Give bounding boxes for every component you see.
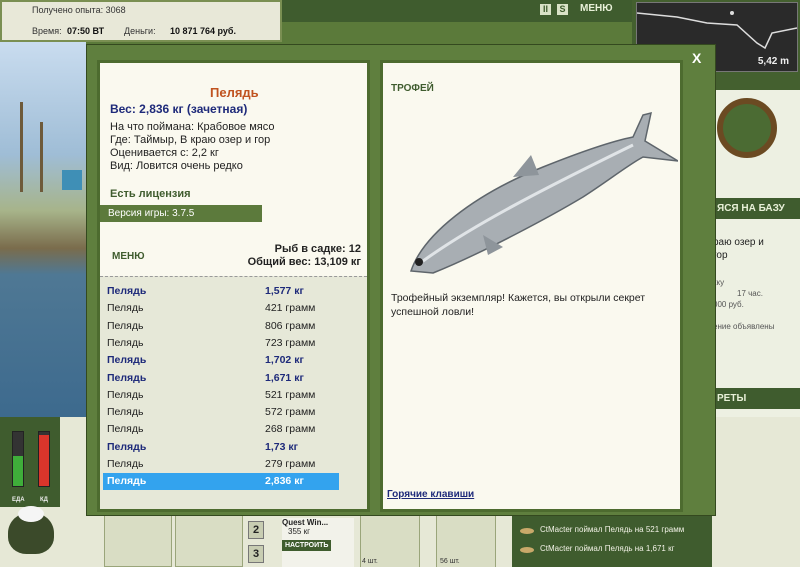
- catch-weight: 1,702 кг: [265, 354, 304, 367]
- tree: [40, 122, 43, 192]
- catch-name: Пелядь: [107, 354, 147, 367]
- quest-value: 355 кг: [288, 527, 310, 536]
- type-line: Вид: Ловится очень редко: [110, 160, 243, 172]
- slot-number[interactable]: 3: [248, 545, 264, 563]
- catch-weight: 279 грамм: [265, 458, 316, 470]
- energy-gauge: [38, 431, 50, 487]
- experience-label: Получено опыта: 3068: [32, 5, 126, 15]
- hook-count: 4 шт.: [362, 558, 378, 565]
- catch-weight: 2,836 кг: [265, 475, 304, 488]
- catch-weight: 572 грамм: [265, 406, 316, 419]
- catch-weight: 1,577 кг: [265, 285, 304, 297]
- bait-line: На что поймана: Крабовое мясо: [110, 121, 275, 133]
- version-bar: Версия игры: 3.7.5: [100, 205, 262, 222]
- fish-info-panel: Пелядь Вес: 2,836 кг (зачетная) На что п…: [97, 60, 370, 512]
- catch-row[interactable]: Пелядь 268 грамм: [103, 421, 339, 438]
- menu-button[interactable]: МЕНЮ: [112, 251, 145, 262]
- slot-number[interactable]: 2: [248, 521, 264, 539]
- trophy-description: Трофейный экземпляр! Кажется, вы открыли…: [391, 292, 646, 318]
- catch-weight: 521 грамм: [265, 388, 316, 401]
- location-panel: ЯСЯ НА БАЗУ раю озер и гор кку 17 час. 0…: [713, 90, 800, 440]
- catch-name: Пелядь: [107, 458, 144, 470]
- money-value: 10 871 764 руб.: [170, 26, 236, 36]
- main-menu-button[interactable]: МЕНЮ: [580, 3, 613, 14]
- info-text: 17 час.: [737, 289, 763, 298]
- location-line: Где: Таймыр, В краю озер и гор: [110, 134, 271, 146]
- fish-image: [409, 111, 678, 274]
- location-text: раю озер и: [713, 237, 764, 248]
- catch-name: Пелядь: [107, 371, 147, 384]
- stats-panel: Получено опыта: 3068 Время: 07:50 ВТ Ден…: [0, 0, 282, 42]
- catch-row[interactable]: Пелядь 806 грамм: [103, 318, 339, 335]
- bucket-slot[interactable]: [175, 512, 243, 567]
- catch-weight: 723 грамм: [265, 336, 316, 349]
- feed-line: CtMacter поймал Пелядь на 521 грамм: [540, 525, 685, 534]
- catch-weight: 1,73 кг: [265, 440, 298, 453]
- catch-name: Пелядь: [107, 285, 147, 297]
- steam-icon: [18, 506, 44, 522]
- catch-row[interactable]: Пелядь 1,702 кг: [103, 352, 339, 369]
- catch-row[interactable]: Пелядь 572 грамм: [103, 404, 339, 421]
- feed-line: CtMacter поймал Пелядь на 1,671 кг: [540, 544, 675, 553]
- catch-row[interactable]: Пелядь 421 грамм: [103, 300, 339, 317]
- ship-wheel-icon: [717, 98, 777, 158]
- close-button[interactable]: X: [692, 50, 701, 66]
- gauges: ЕДА КД: [0, 417, 60, 507]
- food-gauge: [12, 431, 24, 487]
- bait-count: 56 шт.: [440, 558, 460, 565]
- keepnet-weight: Общий вес: 13,109 кг: [247, 256, 361, 268]
- money-label: Деньги:: [124, 26, 156, 36]
- catch-weight: 1,671 кг: [265, 371, 304, 384]
- food-gauge-fill: [13, 456, 23, 486]
- license-status: Есть лицензия: [110, 188, 191, 200]
- catch-row[interactable]: Пелядь 723 грамм: [103, 335, 339, 352]
- depth-readout: 5,42 m: [757, 56, 789, 67]
- catch-name: Пелядь: [107, 475, 147, 488]
- catch-name: Пелядь: [107, 423, 144, 436]
- catch-weight: 421 грамм: [265, 302, 316, 315]
- fish-icon: [520, 547, 534, 553]
- catch-row[interactable]: Пелядь 1,577 кг: [103, 283, 339, 300]
- catch-name: Пелядь: [107, 336, 144, 349]
- hut: [62, 170, 82, 190]
- trophy-panel: ТРОФЕЙ Трофейный экземпляр! Кажется, вы …: [380, 60, 683, 512]
- time-label: Время:: [32, 26, 62, 36]
- fish-weight: Вес: 2,836 кг (зачетная): [110, 102, 248, 116]
- catch-row[interactable]: Пелядь 1,73 кг: [103, 439, 339, 456]
- tree: [20, 102, 23, 192]
- info-text: ение объявлены: [713, 322, 775, 331]
- catch-name: Пелядь: [107, 388, 144, 401]
- catch-name: Пелядь: [107, 406, 144, 419]
- pause-button[interactable]: II: [540, 4, 551, 15]
- catch-name: Пелядь: [107, 319, 144, 332]
- catch-weight: 268 грамм: [265, 423, 316, 436]
- energy-gauge-fill: [39, 434, 49, 486]
- energy-label: КД: [40, 497, 48, 503]
- quest-title: Quest Win...: [282, 518, 329, 527]
- catch-weight: 806 грамм: [265, 319, 316, 332]
- vegetables-basket-slot[interactable]: [104, 512, 172, 567]
- go-to-base-button[interactable]: ЯСЯ НА БАЗУ: [713, 198, 800, 219]
- lake-scene: [0, 42, 86, 417]
- hotkeys-link[interactable]: Горячие клавиши: [387, 489, 474, 500]
- catch-row[interactable]: Пелядь 1,671 кг: [103, 370, 339, 387]
- catch-row[interactable]: Пелядь 279 грамм: [103, 456, 339, 473]
- fish-icon: [520, 528, 534, 534]
- catch-row[interactable]: Пелядь 521 грамм: [103, 387, 339, 404]
- keepnet-count: Рыб в садке: 12: [274, 243, 361, 255]
- quest-widget: Quest Win... 355 кг НАСТРОИТЬ: [282, 518, 354, 567]
- price-line: Оценивается с: 2,2 кг: [110, 147, 219, 159]
- time-value: 07:50 ВТ: [67, 26, 105, 36]
- fish-name: Пелядь: [210, 85, 259, 100]
- catch-name: Пелядь: [107, 440, 147, 453]
- configure-button[interactable]: НАСТРОИТЬ: [282, 540, 332, 551]
- food-label: ЕДА: [12, 497, 25, 503]
- cooking-pot-icon[interactable]: [8, 506, 54, 554]
- info-text: 000 руб.: [713, 300, 744, 309]
- sound-button[interactable]: S: [557, 4, 568, 15]
- secrets-button[interactable]: РЕТЫ: [713, 388, 800, 409]
- catch-list: Пелядь 1,577 кг Пелядь 421 грамм Пелядь 806 г…: [100, 276, 367, 509]
- catch-name: Пелядь: [107, 302, 144, 315]
- catch-row[interactable]: Пелядь 2,836 кг: [103, 473, 339, 491]
